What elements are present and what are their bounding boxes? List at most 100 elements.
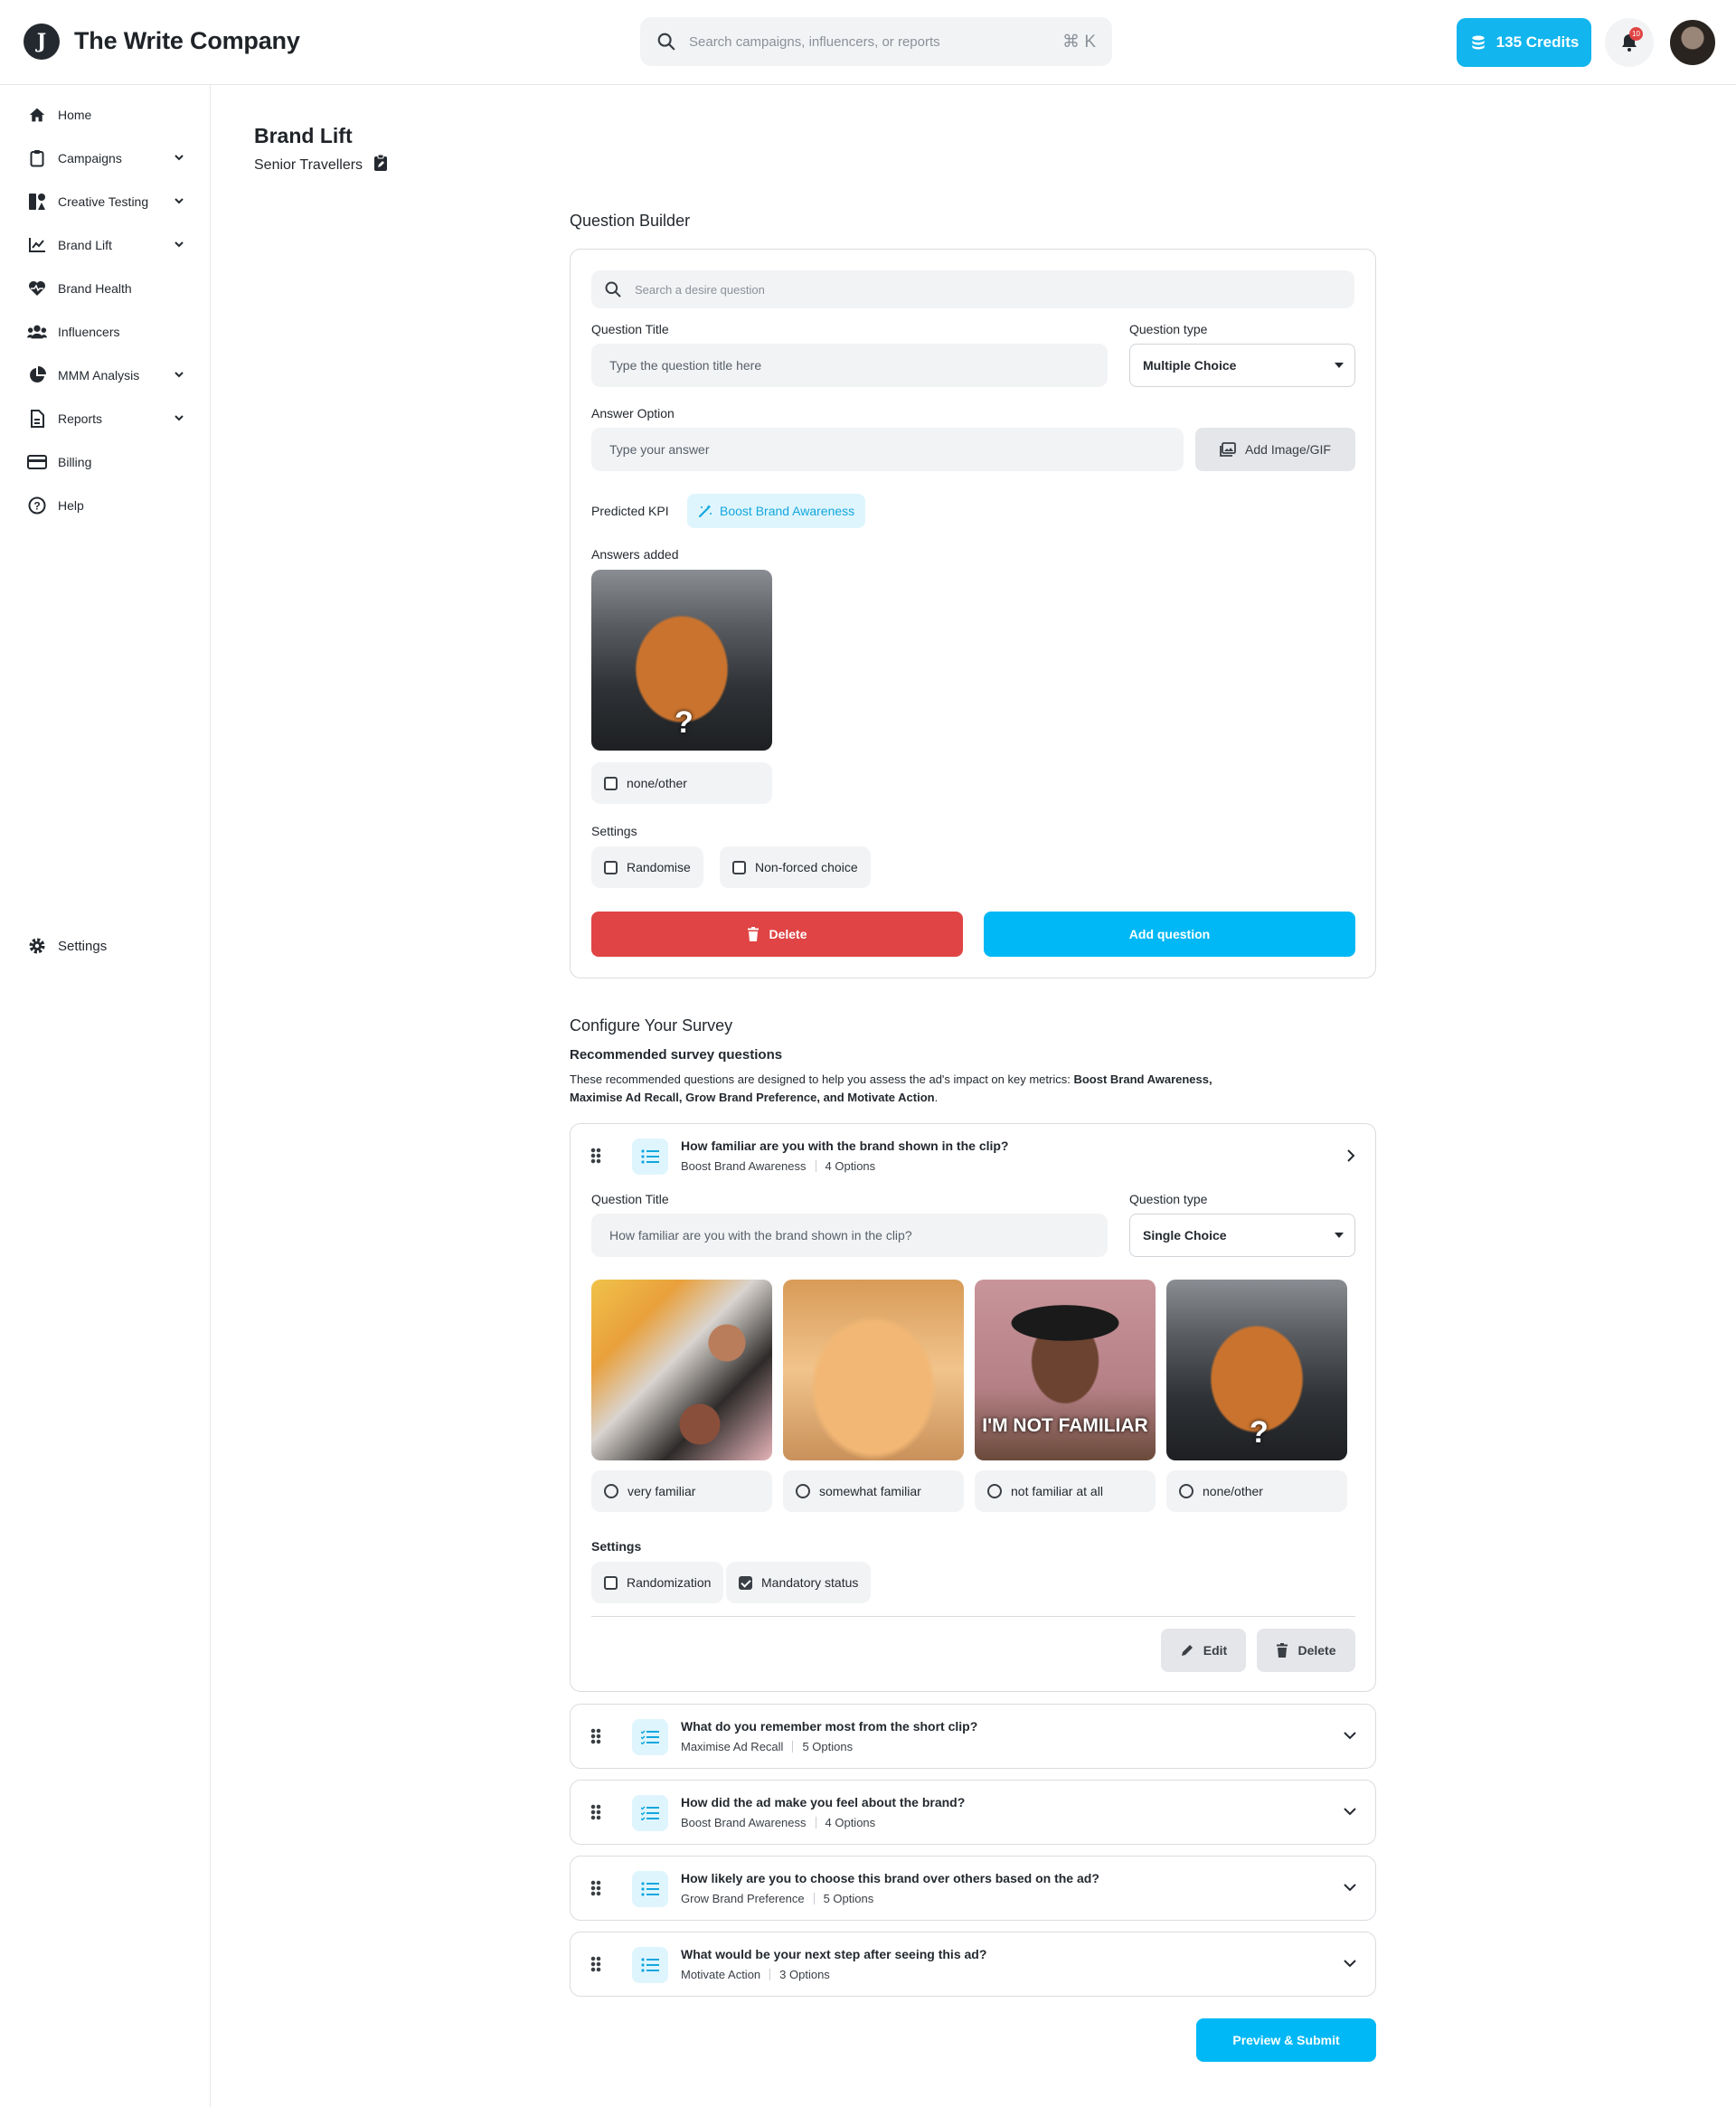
- sidebar-item-mmm-analysis[interactable]: MMM Analysis: [27, 362, 185, 389]
- description-text: These recommended questions are designed…: [570, 1072, 1074, 1086]
- answer-option-radio[interactable]: not familiar at all: [975, 1470, 1156, 1512]
- question-type-select[interactable]: Single Choice: [1129, 1214, 1355, 1257]
- add-question-button[interactable]: Add question: [984, 912, 1355, 957]
- chevron-down-icon[interactable]: [1343, 1957, 1357, 1972]
- sidebar-item-creative-testing[interactable]: Creative Testing: [27, 188, 185, 215]
- question-meta: Motivate Action 3 Options: [681, 1968, 830, 1981]
- question-row[interactable]: What do you remember most from the short…: [570, 1704, 1376, 1769]
- randomise-checkbox[interactable]: [604, 860, 618, 874]
- sidebar-item-billing[interactable]: Billing: [27, 449, 185, 476]
- drag-handle-icon[interactable]: [590, 1880, 601, 1896]
- question-options-count: 4 Options: [825, 1159, 876, 1173]
- sidebar-item-settings[interactable]: Settings: [27, 932, 185, 959]
- preview-submit-label: Preview & Submit: [1232, 2033, 1340, 2047]
- sidebar-item-label: Settings: [58, 938, 108, 954]
- mandatory-status-option[interactable]: Mandatory status: [726, 1562, 872, 1603]
- svg-text:?: ?: [33, 500, 40, 513]
- chevron-down-icon[interactable]: [1343, 1881, 1357, 1896]
- sidebar-item-reports[interactable]: Reports: [27, 405, 185, 432]
- chevron-down-icon[interactable]: [1343, 1805, 1357, 1820]
- non-forced-choice-checkbox[interactable]: [732, 860, 746, 874]
- company-logo[interactable]: J: [24, 24, 60, 60]
- chevron-right-icon[interactable]: [1344, 1148, 1357, 1166]
- radio-button[interactable]: [796, 1484, 810, 1498]
- question-row[interactable]: How likely are you to choose this brand …: [570, 1856, 1376, 1921]
- randomise-option[interactable]: Randomise: [591, 846, 703, 888]
- chevron-down-icon[interactable]: [173, 238, 185, 253]
- answer-label: very familiar: [627, 1484, 696, 1498]
- sidebar-item-influencers[interactable]: Influencers: [27, 318, 185, 345]
- chevron-down-icon[interactable]: [173, 368, 185, 383]
- answers-added-label: Answers added: [591, 547, 679, 562]
- page-title: Brand Lift: [254, 124, 353, 147]
- answer-option-input[interactable]: Type your answer: [591, 428, 1184, 471]
- clipboard-edit-icon[interactable]: [373, 154, 388, 176]
- chevron-down-icon[interactable]: [173, 151, 185, 166]
- sidebar-item-label: Billing: [58, 455, 92, 469]
- question-row[interactable]: How did the ad make you feel about the b…: [570, 1780, 1376, 1845]
- answer-option-radio[interactable]: none/other: [1166, 1470, 1347, 1512]
- question-search-input[interactable]: Search a desire question: [591, 270, 1354, 308]
- chevron-down-icon[interactable]: [1343, 1729, 1357, 1744]
- sidebar-item-help[interactable]: ? Help: [27, 492, 185, 519]
- answer-checkbox[interactable]: [604, 776, 618, 790]
- question-kpi: Grow Brand Preference: [681, 1892, 805, 1905]
- delete-recommended-question-button[interactable]: Delete: [1257, 1629, 1355, 1672]
- sidebar-item-campaigns[interactable]: Campaigns: [27, 145, 185, 172]
- credits-button[interactable]: 135 Credits: [1457, 18, 1591, 67]
- answer-option-placeholder: Type your answer: [609, 442, 710, 457]
- chevron-down-icon[interactable]: [173, 194, 185, 210]
- chevron-down-icon[interactable]: [173, 411, 185, 427]
- pie-chart-icon: [27, 366, 47, 384]
- sidebar-item-home[interactable]: Home: [27, 101, 185, 128]
- sidebar-item-label: Creative Testing: [58, 194, 149, 209]
- question-search-placeholder: Search a desire question: [635, 282, 765, 297]
- question-row[interactable]: What would be your next step after seein…: [570, 1932, 1376, 1997]
- question-mark-overlay: ?: [675, 705, 693, 740]
- sidebar-item-brand-lift[interactable]: Brand Lift: [27, 231, 185, 259]
- shapes-icon: [27, 193, 47, 211]
- mandatory-status-checkbox[interactable]: [739, 1575, 752, 1590]
- non-forced-choice-option[interactable]: Non-forced choice: [720, 846, 871, 888]
- radio-button[interactable]: [604, 1484, 618, 1498]
- global-search-input[interactable]: Search campaigns, influencers, or report…: [640, 17, 1112, 66]
- predicted-kpi-value: Boost Brand Awareness: [720, 504, 855, 518]
- heart-pulse-icon: [27, 280, 47, 297]
- radio-button[interactable]: [987, 1484, 1002, 1498]
- user-avatar[interactable]: [1668, 18, 1717, 67]
- randomization-option[interactable]: Randomization: [591, 1562, 724, 1603]
- question-type-select[interactable]: Multiple Choice: [1129, 344, 1355, 387]
- question-meta: Grow Brand Preference 5 Options: [681, 1892, 873, 1905]
- description-kpis: Maximise Ad Recall, Grow Brand Preferenc…: [570, 1091, 935, 1104]
- answer-gif-dog-image: ?: [1166, 1280, 1347, 1460]
- drag-handle-icon[interactable]: [590, 1956, 601, 1972]
- caret-down-icon: [1335, 363, 1344, 368]
- delete-question-button[interactable]: Delete: [591, 912, 963, 957]
- radio-button[interactable]: [1179, 1484, 1194, 1498]
- list-icon: [632, 1947, 668, 1983]
- question-builder-card: Search a desire question Question Title …: [570, 249, 1376, 978]
- configure-survey-title: Configure Your Survey: [570, 1016, 733, 1035]
- question-title-input[interactable]: How familiar are you with the brand show…: [591, 1214, 1108, 1257]
- sidebar-item-brand-health[interactable]: Brand Health: [27, 275, 185, 302]
- predicted-kpi-badge: Boost Brand Awareness: [687, 494, 866, 528]
- sidebar-item-label: Brand Health: [58, 281, 132, 296]
- edit-question-button[interactable]: Edit: [1161, 1629, 1246, 1672]
- preview-submit-button[interactable]: Preview & Submit: [1196, 2018, 1376, 2062]
- randomization-checkbox[interactable]: [604, 1575, 618, 1590]
- drag-handle-icon[interactable]: [590, 1148, 601, 1164]
- mandatory-status-label: Mandatory status: [761, 1575, 859, 1590]
- question-title-input[interactable]: Type the question title here: [591, 344, 1108, 387]
- question-type-value: Multiple Choice: [1143, 358, 1237, 373]
- drag-handle-icon[interactable]: [590, 1728, 601, 1744]
- notifications-button[interactable]: 10: [1605, 18, 1654, 67]
- image-gallery-icon: [1220, 442, 1236, 457]
- answer-option-radio[interactable]: somewhat familiar: [783, 1470, 964, 1512]
- answer-option-radio[interactable]: very familiar: [591, 1470, 772, 1512]
- answer-added-chip[interactable]: none/other: [591, 762, 772, 804]
- drag-handle-icon[interactable]: [590, 1804, 601, 1820]
- answer-option-label: Answer Option: [591, 406, 675, 420]
- checklist-icon: [632, 1795, 668, 1831]
- add-image-gif-button[interactable]: Add Image/GIF: [1195, 428, 1355, 471]
- list-icon: [632, 1139, 668, 1175]
